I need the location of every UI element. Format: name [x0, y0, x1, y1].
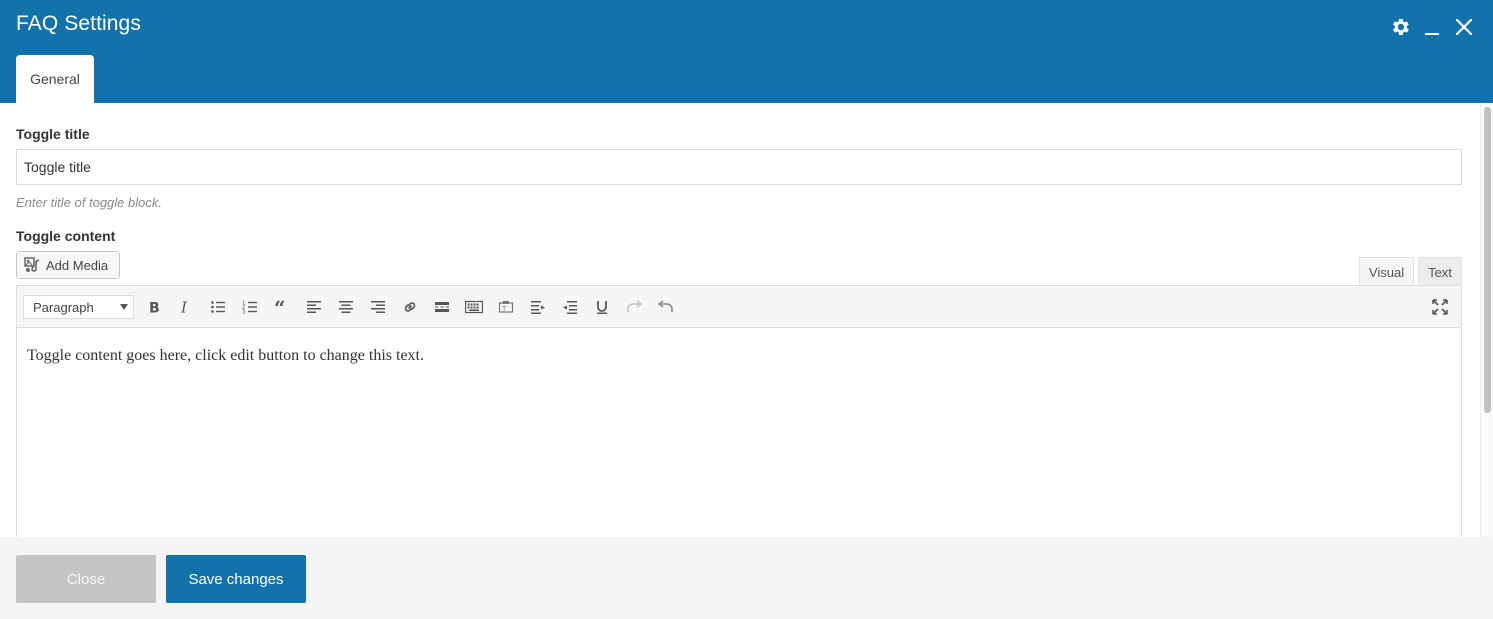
- format-select-value: Paragraph: [33, 299, 94, 315]
- modal-footer: Close Save changes: [0, 537, 1493, 619]
- toggle-title-hint: Enter title of toggle block.: [16, 195, 162, 210]
- add-media-button[interactable]: Add Media: [16, 251, 120, 279]
- svg-text:B: B: [149, 301, 160, 316]
- bullet-list-icon[interactable]: [205, 295, 231, 319]
- undo-icon[interactable]: [653, 295, 679, 319]
- format-select[interactable]: Paragraph: [23, 295, 134, 319]
- close-icon[interactable]: [1453, 16, 1475, 38]
- modal-header: FAQ Settings General: [0, 0, 1493, 103]
- toggle-title-input[interactable]: [16, 149, 1462, 185]
- paste-text-icon[interactable]: T: [493, 295, 519, 319]
- align-center-icon[interactable]: [333, 295, 359, 319]
- toggle-title-label: Toggle title: [16, 126, 90, 142]
- outdent-icon[interactable]: [557, 295, 583, 319]
- scrollbar[interactable]: [1480, 103, 1493, 537]
- read-more-icon[interactable]: [429, 295, 455, 319]
- align-right-icon[interactable]: [365, 295, 391, 319]
- svg-text:“: “: [274, 299, 286, 315]
- indent-icon[interactable]: [525, 295, 551, 319]
- bold-icon[interactable]: B: [141, 295, 167, 319]
- toggle-content-label: Toggle content: [16, 228, 116, 244]
- svg-text:3: 3: [242, 310, 245, 316]
- fullscreen-icon[interactable]: [1427, 295, 1453, 319]
- tab-general[interactable]: General: [16, 55, 94, 103]
- editor-toolbar: Paragraph B I 1 2 3 “ T: [17, 286, 1461, 328]
- modal-title: FAQ Settings: [16, 12, 141, 35]
- tab-visual[interactable]: Visual: [1359, 257, 1414, 286]
- content-editor: Paragraph B I 1 2 3 “ T Toggle content g…: [16, 285, 1462, 537]
- modal-content: Toggle title Enter title of toggle block…: [0, 103, 1480, 537]
- scrollbar-thumb[interactable]: [1484, 107, 1491, 413]
- toolbar-toggle-icon[interactable]: [461, 295, 487, 319]
- blockquote-icon[interactable]: “: [269, 295, 295, 319]
- close-button[interactable]: Close: [16, 555, 156, 603]
- chevron-down-icon: [120, 304, 128, 310]
- numbered-list-icon[interactable]: 1 2 3: [237, 295, 263, 319]
- header-icons: [1389, 16, 1475, 38]
- link-icon[interactable]: [397, 295, 423, 319]
- svg-text:I: I: [180, 299, 188, 315]
- redo-icon[interactable]: [621, 295, 647, 319]
- minimize-icon[interactable]: [1421, 16, 1443, 38]
- italic-icon[interactable]: I: [173, 295, 199, 319]
- gear-icon[interactable]: [1389, 16, 1411, 38]
- add-media-label: Add Media: [46, 257, 109, 273]
- svg-text:T: T: [501, 305, 507, 313]
- add-media-icon: [24, 257, 41, 273]
- tab-text[interactable]: Text: [1418, 257, 1462, 286]
- save-button[interactable]: Save changes: [166, 555, 306, 603]
- underline-icon[interactable]: [589, 295, 615, 319]
- align-left-icon[interactable]: [301, 295, 327, 319]
- editor-body-text[interactable]: Toggle content goes here, click edit but…: [27, 347, 424, 365]
